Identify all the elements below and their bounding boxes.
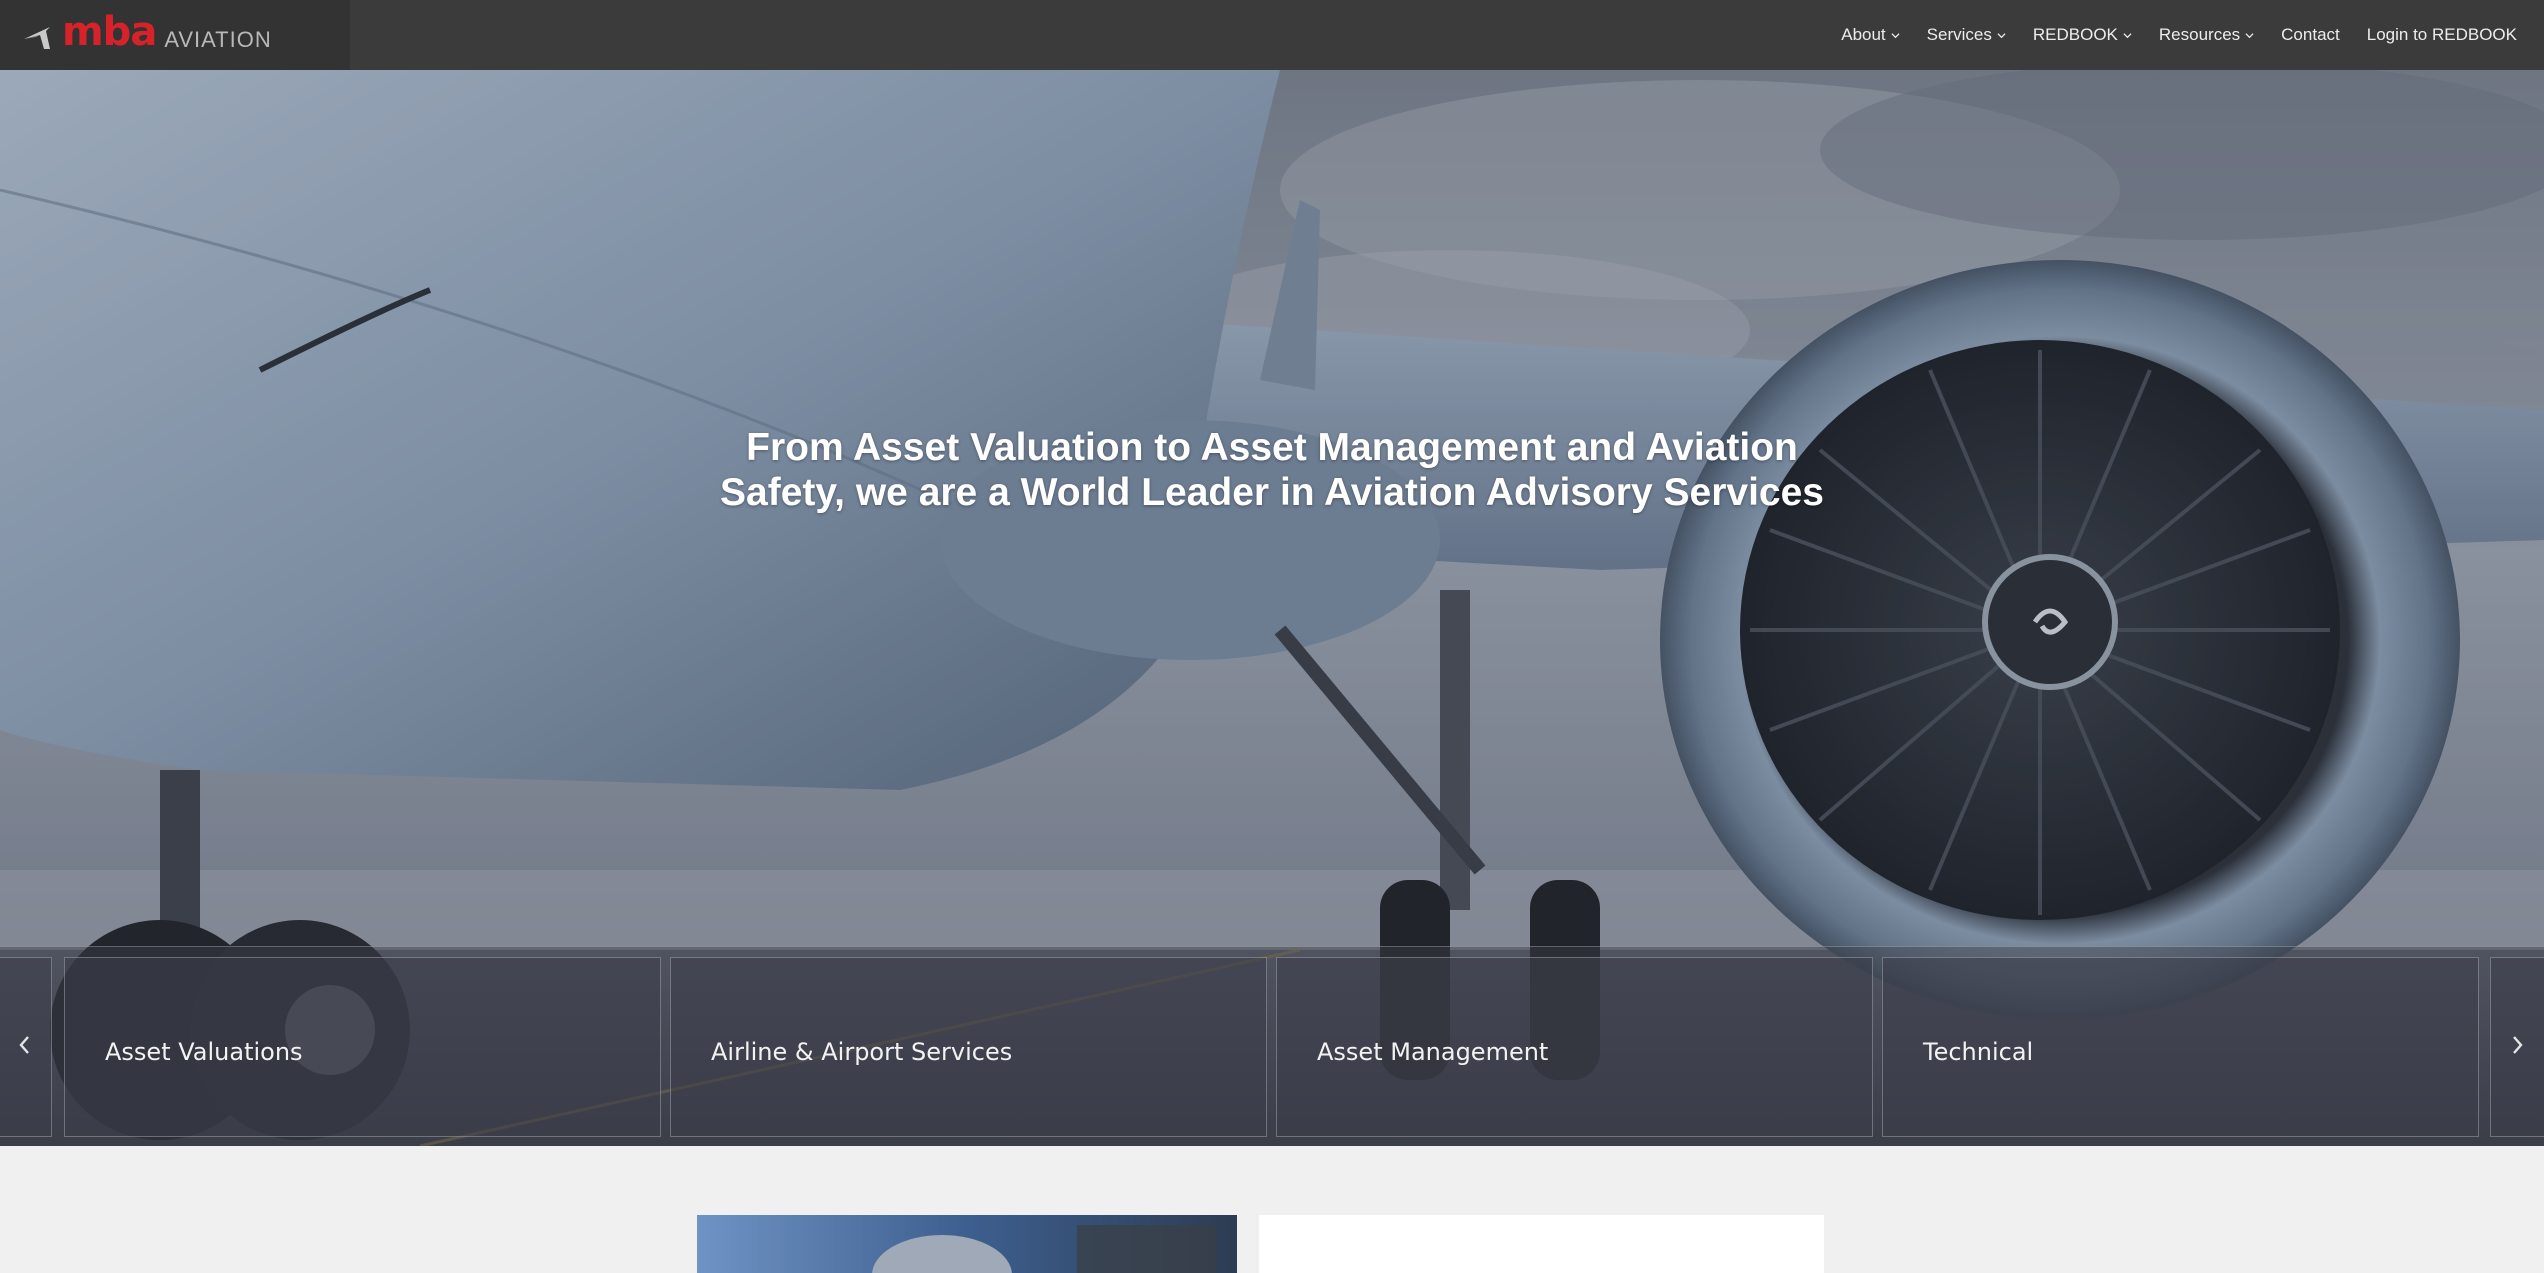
nav-item-label: Resources (2158, 25, 2241, 44)
service-card-technical[interactable]: Technical (1882, 957, 2479, 1137)
service-card-label: Asset Management (1317, 1038, 1549, 1066)
hero-headline-line-1: From Asset Valuation to Asset Management… (746, 426, 1798, 469)
chevron-down-icon (2123, 32, 2132, 38)
nav-item-label: About (1841, 25, 1886, 44)
feature-content-card (1259, 1215, 1824, 1273)
chevron-down-icon (1997, 32, 2006, 38)
logo-subtitle: AVIATION (164, 27, 272, 52)
services-carousel: Asset Valuations Airline & Airport Servi… (0, 946, 2544, 1146)
logo-wordmark: mba (62, 9, 157, 55)
nav-item-services[interactable]: Services (1927, 25, 2006, 45)
service-card-asset-valuations[interactable]: Asset Valuations (64, 957, 661, 1137)
nav-item-label: Login to REDBOOK (2366, 25, 2517, 44)
nav-item-redbook[interactable]: REDBOOK (2033, 25, 2132, 45)
service-card-label: Asset Valuations (105, 1038, 303, 1066)
logo-link[interactable]: mba AVIATION (0, 0, 350, 70)
top-navbar: mba AVIATION About Services REDBOOK Reso… (0, 0, 2544, 70)
chevron-left-icon[interactable] (14, 1030, 34, 1060)
nav-item-resources[interactable]: Resources (2159, 25, 2254, 45)
nav-item-login-redbook[interactable]: Login to REDBOOK (2367, 25, 2517, 45)
nav-item-contact[interactable]: Contact (2281, 25, 2340, 45)
service-card-label: Airline & Airport Services (711, 1038, 1013, 1066)
nav-item-about[interactable]: About (1841, 25, 1900, 45)
chevron-down-icon (2245, 32, 2254, 38)
hero-headline-line-2: Safety, we are a World Leader in Aviatio… (720, 471, 1824, 514)
service-card-airline-airport[interactable]: Airline & Airport Services (670, 957, 1267, 1137)
hero-banner: From Asset Valuation to Asset Management… (0, 70, 2544, 1146)
chevron-down-icon (1891, 32, 1900, 38)
nav-item-label: REDBOOK (2032, 25, 2118, 44)
service-card-label: Technical (1923, 1038, 2034, 1066)
service-card-asset-management[interactable]: Asset Management (1276, 957, 1873, 1137)
feature-photo (697, 1215, 1237, 1273)
feature-photo-image (697, 1215, 1237, 1273)
chevron-right-icon[interactable] (2508, 1030, 2528, 1060)
main-nav: About Services REDBOOK Resources Contact… (1814, 0, 2517, 70)
plane-tail-logo-icon (24, 27, 50, 49)
hero-headline: From Asset Valuation to Asset Management… (0, 425, 2544, 515)
nav-item-label: Services (1926, 25, 1992, 44)
nav-item-label: Contact (2281, 25, 2340, 44)
